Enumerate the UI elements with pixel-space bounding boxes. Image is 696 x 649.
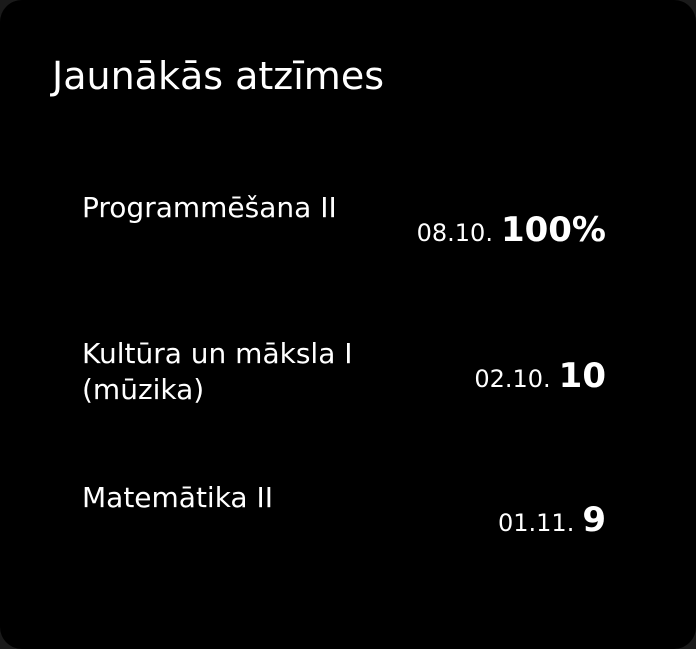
grade-date: 08.10. <box>416 219 493 247</box>
subject-name: Kultūra un māksla I (mūzika) <box>82 337 353 406</box>
grade-info: 01.11. 9 <box>498 500 606 540</box>
grade-row[interactable]: Programmēšana II 08.10. 100% <box>82 190 612 250</box>
grade-row[interactable]: Matemātika II 01.11. 9 <box>82 480 612 540</box>
grade-value: 10 <box>558 356 606 396</box>
grade-date: 01.11. <box>497 509 575 537</box>
grade-info: 02.10. 10 <box>474 356 606 396</box>
grade-date: 02.10. <box>474 365 551 393</box>
widget-title: Jaunākās atzīmes <box>52 54 384 98</box>
subject-name: Matemātika II <box>82 481 274 514</box>
grade-row[interactable]: Kultūra un māksla I (mūzika) 02.10. 10 <box>82 336 612 416</box>
grade-value: 100% <box>500 210 606 250</box>
grade-info: 08.10. 100% <box>417 210 606 250</box>
subject-name: Programmēšana II <box>82 191 337 224</box>
recent-grades-widget[interactable]: Jaunākās atzīmes Programmēšana II 08.10.… <box>0 0 696 649</box>
grade-value: 9 <box>582 500 606 540</box>
